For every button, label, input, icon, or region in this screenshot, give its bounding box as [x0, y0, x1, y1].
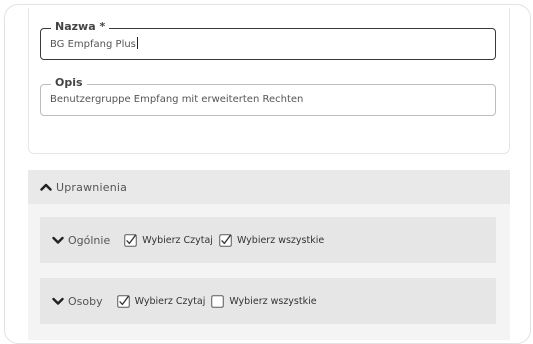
permissions-section: Uprawnienia Ogólnie Wybierz Czytaj Wybie…: [28, 170, 510, 340]
checkbox-checked-icon: [219, 233, 232, 247]
text-caret: [136, 37, 138, 49]
description-input[interactable]: Benutzergruppe Empfang mit erweiterten R…: [50, 93, 303, 107]
chevron-up-icon: [40, 183, 52, 191]
group-persons-title: Osoby: [68, 294, 103, 308]
group-general-toggle[interactable]: Ogólnie: [52, 234, 124, 247]
general-select-read-label: Wybierz Czytaj: [142, 234, 213, 246]
permissions-section-title: Uprawnienia: [56, 180, 128, 194]
name-input-value: BG Empfang Plus: [50, 39, 136, 50]
general-select-read-checkbox[interactable]: Wybierz Czytaj: [124, 233, 213, 247]
checkbox-checked-icon: [116, 294, 130, 308]
general-select-all-label: Wybierz wszystkie: [236, 234, 325, 246]
chevron-down-icon: [52, 236, 64, 244]
persons-select-all-label: Wybierz wszystkie: [229, 295, 317, 307]
group-general-title: Ogólnie: [68, 233, 111, 247]
permissions-section-header[interactable]: Uprawnienia: [28, 170, 510, 204]
persons-select-read-label: Wybierz Czytaj: [134, 295, 206, 307]
permission-group-general: Ogólnie Wybierz Czytaj Wybierz wszystkie: [40, 217, 496, 263]
chevron-down-icon: [52, 297, 64, 305]
persons-select-all-checkbox[interactable]: Wybierz wszystkie: [211, 294, 317, 308]
group-persons-toggle[interactable]: Osoby: [52, 295, 117, 308]
general-select-all-checkbox[interactable]: Wybierz wszystkie: [219, 233, 325, 247]
description-field[interactable]: Opis Benutzergruppe Empfang mit erweiter…: [40, 76, 496, 116]
description-field-label: Opis: [51, 76, 87, 90]
name-field-label: Nazwa *: [51, 20, 110, 34]
name-field[interactable]: Nazwa * BG Empfang Plus: [40, 20, 496, 60]
checkbox-unchecked-icon: [211, 294, 225, 308]
checkbox-checked-icon: [124, 233, 137, 247]
name-input[interactable]: BG Empfang Plus: [50, 37, 138, 52]
permission-group-persons: Osoby Wybierz Czytaj Wybierz wszystkie: [40, 278, 496, 324]
persons-select-read-checkbox[interactable]: Wybierz Czytaj: [116, 294, 206, 308]
